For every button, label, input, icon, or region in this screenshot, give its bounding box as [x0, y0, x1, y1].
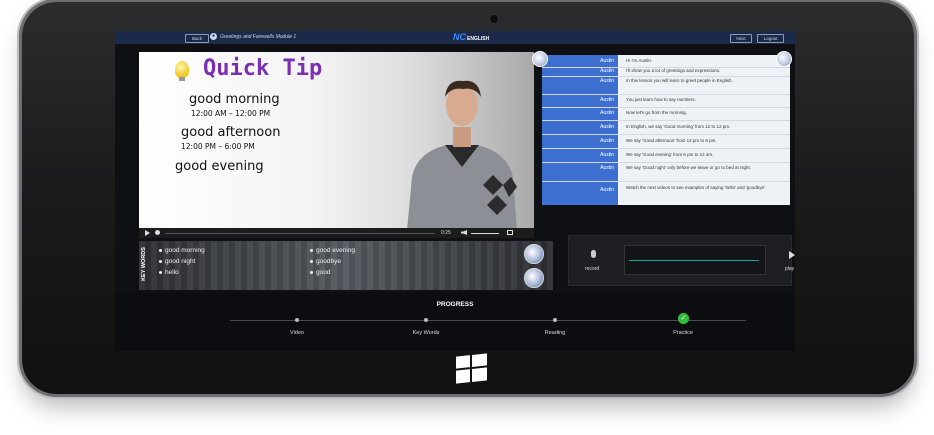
message-text: Now let's go from the morning.	[626, 110, 687, 115]
windows-logo-icon[interactable]	[456, 353, 487, 384]
tablet-frame: Back ● Greetings and Farewells Module 1 …	[22, 2, 914, 394]
key-words-panel: KEY WORDS good morning good night hello …	[139, 241, 553, 290]
breadcrumb: Greetings and Farewells Module 1	[220, 34, 297, 40]
keyword-item[interactable]: goodbye	[310, 258, 341, 265]
play-icon[interactable]	[145, 230, 150, 236]
time-display: 0:25	[441, 230, 451, 236]
flag-usa-icon[interactable]	[524, 244, 544, 264]
captions-icon[interactable]	[155, 230, 160, 235]
checkmark-icon[interactable]: ✓	[678, 313, 689, 324]
phrase-good-afternoon: good afternoon	[181, 125, 281, 140]
speaker-name: Austin	[600, 124, 614, 130]
next-button[interactable]: Next	[730, 34, 752, 43]
message-text: We say 'Good afternoon' from 12 pm to 6 …	[626, 138, 717, 143]
keyword-item[interactable]: good night	[159, 258, 195, 265]
flag-uk-icon[interactable]	[524, 268, 544, 288]
speaker-name: Austin	[600, 187, 614, 193]
stage-video[interactable]: Video	[267, 330, 327, 336]
logo-english: ENGLISH	[467, 36, 490, 42]
message-text: We say 'Good evening' from 6 pm to 12 am…	[626, 152, 714, 157]
speaker-name: Austin	[600, 78, 614, 84]
lightbulb-icon	[175, 61, 189, 81]
progress-dot[interactable]	[424, 318, 428, 322]
speaker-name: Austin	[600, 97, 614, 103]
message-text: You just learn how to say numbers.	[626, 97, 696, 102]
progress-panel: PROGRESS ✓ Video Key Words Reading Pract…	[115, 293, 795, 351]
volume-icon[interactable]	[461, 230, 467, 235]
recorder-panel: record play	[568, 235, 795, 286]
message-text: I'll show you a lot of greetings and exp…	[626, 68, 721, 73]
keyword-item[interactable]: good morning	[159, 247, 205, 254]
transcript-row: Austin Watch the next videos to see exam…	[542, 181, 790, 205]
play-icon[interactable]	[789, 251, 795, 259]
fullscreen-icon[interactable]	[507, 230, 513, 235]
message-text: We say 'Good night' only before we leave…	[626, 165, 751, 170]
app-screen: Back ● Greetings and Farewells Module 1 …	[115, 31, 795, 351]
play-label[interactable]: play	[785, 266, 794, 272]
transcript-row: Austin Now let's go from the morning.	[542, 107, 790, 121]
transcript-row: Austin We say 'Good evening' from 6 pm t…	[542, 148, 790, 163]
stage-key-words[interactable]: Key Words	[396, 330, 456, 336]
message-text: In English, we say 'Good morning' from 1…	[626, 124, 731, 129]
progress-line	[230, 320, 746, 321]
key-words-label: KEY WORDS	[140, 247, 147, 281]
top-bar: Back ● Greetings and Farewells Module 1 …	[115, 31, 795, 44]
progress-dot[interactable]	[553, 318, 557, 322]
back-button[interactable]: Back	[185, 34, 209, 43]
transcript-row: Austin In this lesson you will learn to …	[542, 76, 790, 95]
seek-bar[interactable]	[165, 233, 435, 234]
keyword-item[interactable]: hello	[159, 269, 179, 276]
transcript-row: Austin We say 'Good afternoon' from 12 p…	[542, 134, 790, 149]
volume-slider[interactable]	[471, 233, 499, 234]
presenter-figure	[407, 80, 517, 230]
video-player[interactable]: Quick Tip good morning 12:00 AM – 12:00 …	[139, 52, 534, 230]
time-good-morning: 12:00 AM – 12:00 PM	[191, 109, 271, 118]
microphone-icon[interactable]	[591, 250, 596, 258]
progress-dot[interactable]	[295, 318, 299, 322]
phrase-good-morning: good morning	[189, 92, 280, 107]
message-text: In this lesson you will learn to greet p…	[626, 78, 733, 83]
stage-reading[interactable]: Reading	[525, 330, 585, 336]
transcript-row: Austin You just learn how to say numbers…	[542, 94, 790, 108]
keyword-item[interactable]: good evening	[310, 247, 355, 254]
speaker-name: Austin	[600, 110, 614, 116]
progress-title: PROGRESS	[436, 301, 474, 308]
speaker-name: Austin	[600, 58, 614, 64]
speaker-name: Austin	[600, 138, 614, 144]
speaker-name: Austin	[600, 68, 614, 74]
speaker-name: Austin	[600, 165, 614, 171]
camera-icon	[489, 14, 499, 24]
transcript-panel: Austin Hi I'm Austin. Austin I'll show y…	[532, 51, 792, 205]
transcript-row: Austin We say 'Good night' only before w…	[542, 162, 790, 182]
logo-nc: NC	[453, 32, 466, 42]
video-controls: 0:25	[139, 228, 534, 238]
waveform-display	[624, 245, 766, 275]
message-text: Watch the next videos to see examples of…	[626, 185, 767, 190]
transcript-row: Austin In English, we say 'Good morning'…	[542, 120, 790, 135]
message-text: Hi I'm Austin.	[626, 58, 653, 63]
app-logo: NCENGLISH	[453, 32, 489, 42]
logout-button[interactable]: Logout	[757, 34, 784, 43]
time-good-afternoon: 12:00 PM – 6:00 PM	[181, 142, 255, 151]
chat-bubble-icon: ●	[210, 33, 217, 40]
keyword-item[interactable]: good	[310, 269, 330, 276]
record-label[interactable]: record	[585, 266, 599, 272]
speaker-name: Austin	[600, 152, 614, 158]
phrase-good-evening: good evening	[175, 159, 264, 174]
stage-practice[interactable]: Practice	[653, 330, 713, 336]
tip-title: Quick Tip	[203, 56, 323, 81]
